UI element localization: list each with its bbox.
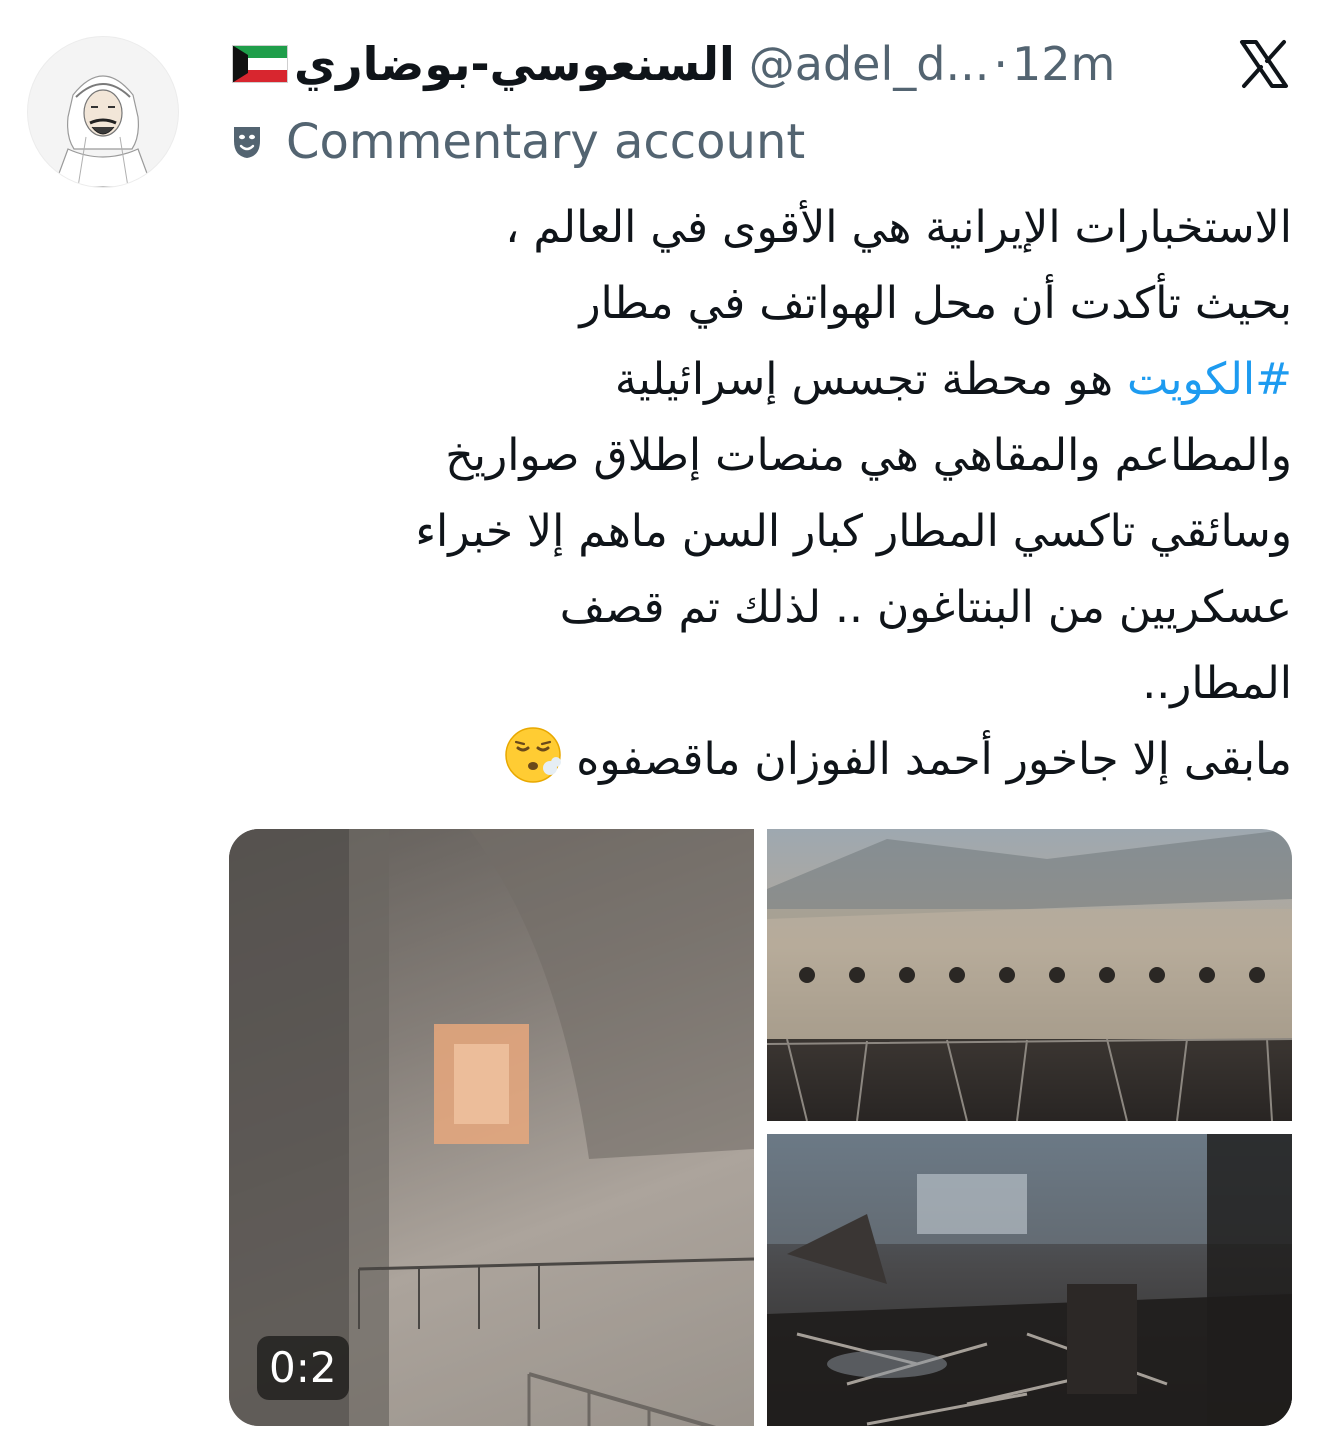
tweet-text-segment: مابقى إلا جاخور أحمد الفوزان ماقصفوه	[576, 734, 1292, 785]
video-thumbnail[interactable]: 0:2	[229, 829, 754, 1426]
tweet-text-line: مابقى إلا جاخور أحمد الفوزان ماقصفوه	[215, 722, 1292, 798]
badge-label: Commentary account	[286, 114, 806, 170]
tweet-text-line: وسائقي تاكسي المطار كبار السن ماهم إلا خ…	[415, 506, 1292, 557]
tweet-text: الاستخبارات الإيرانية هي الأقوى في العال…	[215, 190, 1292, 798]
face-exhaling-emoji	[505, 727, 562, 783]
author-display-name[interactable]: السنعوسي-بوضاري	[294, 37, 735, 91]
portrait-sketch	[53, 75, 153, 187]
tweet-text-line: عسكريين من البنتاغون .. لذلك تم قصف	[559, 582, 1292, 633]
video-duration: 0:2	[257, 1336, 349, 1400]
x-logo-icon[interactable]	[1238, 38, 1290, 90]
tweet-header: السنعوسي-بوضاري @adel_d... · 12m	[232, 34, 1192, 94]
tweet-text-line: الاستخبارات الإيرانية هي الأقوى في العال…	[505, 202, 1292, 253]
header-separator: ·	[993, 37, 1008, 91]
commentary-badge: Commentary account	[232, 110, 805, 174]
kuwait-flag-icon	[232, 45, 288, 83]
photo-burned-interior[interactable]	[767, 1134, 1292, 1426]
photo-scene	[767, 829, 1292, 1121]
photo-scene	[767, 1134, 1292, 1426]
photo-damaged-wall[interactable]	[767, 829, 1292, 1121]
tweet-text-line: والمطاعم والمقاهي هي منصات إطلاق صواريخ	[445, 430, 1292, 481]
tweet-text-line: المطار..	[1142, 658, 1292, 709]
tweet-text-line: #الكويت هو محطة تجسس إسرائيلية	[215, 342, 1292, 418]
avatar[interactable]	[27, 36, 179, 188]
tweet-text-line: بحيث تأكدت أن محل الهواتف في مطار	[579, 278, 1292, 329]
hashtag-link[interactable]: #الكويت	[1127, 354, 1292, 405]
media-grid: 0:2	[229, 829, 1292, 1426]
tweet-timestamp[interactable]: 12m	[1012, 37, 1115, 91]
author-handle[interactable]: @adel_d...	[749, 37, 990, 91]
theater-masks-icon	[234, 127, 260, 158]
tweet-text-segment: هو محطة تجسس إسرائيلية	[614, 354, 1114, 405]
